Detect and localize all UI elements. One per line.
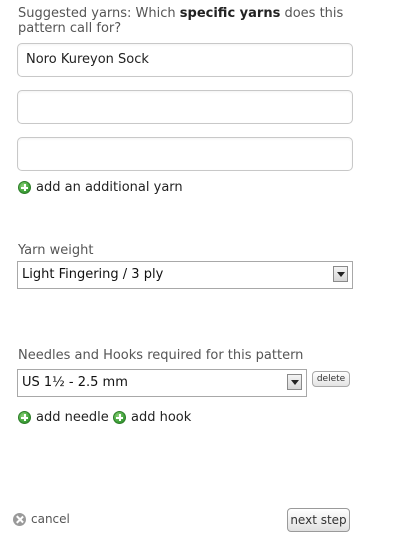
yarn-input-2[interactable] xyxy=(17,90,353,124)
suggested-yarns-label: Suggested yarns: Which specific yarns do… xyxy=(18,6,398,21)
yarn-weight-select[interactable]: Light Fingering / 3 ply xyxy=(17,261,353,289)
chevron-down-icon[interactable] xyxy=(333,266,348,282)
needle-selected: US 1½ - 2.5 mm xyxy=(22,375,128,390)
chevron-down-icon[interactable] xyxy=(287,374,302,390)
add-yarn-link[interactable]: add an additional yarn xyxy=(18,180,183,195)
suggested-yarns-label-prefix: Suggested yarns: Which xyxy=(18,6,180,21)
yarn-input-1[interactable]: Noro Kureyon Sock xyxy=(17,43,353,77)
cancel-label: cancel xyxy=(31,512,70,526)
add-hook-link[interactable]: add hook xyxy=(113,410,191,425)
cancel-icon xyxy=(13,512,26,526)
yarn-weight-selected: Light Fingering / 3 ply xyxy=(22,267,164,282)
suggested-yarns-label-line2: pattern call for? xyxy=(18,21,122,36)
needles-label: Needles and Hooks required for this patt… xyxy=(18,348,304,363)
next-step-button[interactable]: next step xyxy=(287,508,350,532)
cancel-link[interactable]: cancel xyxy=(13,512,70,526)
add-icon xyxy=(113,411,126,424)
add-yarn-label: add an additional yarn xyxy=(36,180,183,195)
add-needle-link[interactable]: add needle xyxy=(18,410,109,425)
yarn-input-3[interactable] xyxy=(17,137,353,171)
add-icon xyxy=(18,411,31,424)
suggested-yarns-label-suffix: does this xyxy=(280,6,344,21)
yarn-weight-label: Yarn weight xyxy=(18,243,94,258)
suggested-yarns-label-bold: specific yarns xyxy=(179,6,281,21)
add-hook-label: add hook xyxy=(131,410,192,425)
add-icon xyxy=(18,181,31,194)
needle-select[interactable]: US 1½ - 2.5 mm xyxy=(17,369,307,397)
add-needle-label: add needle xyxy=(36,410,109,425)
delete-needle-button[interactable]: delete xyxy=(312,371,350,387)
